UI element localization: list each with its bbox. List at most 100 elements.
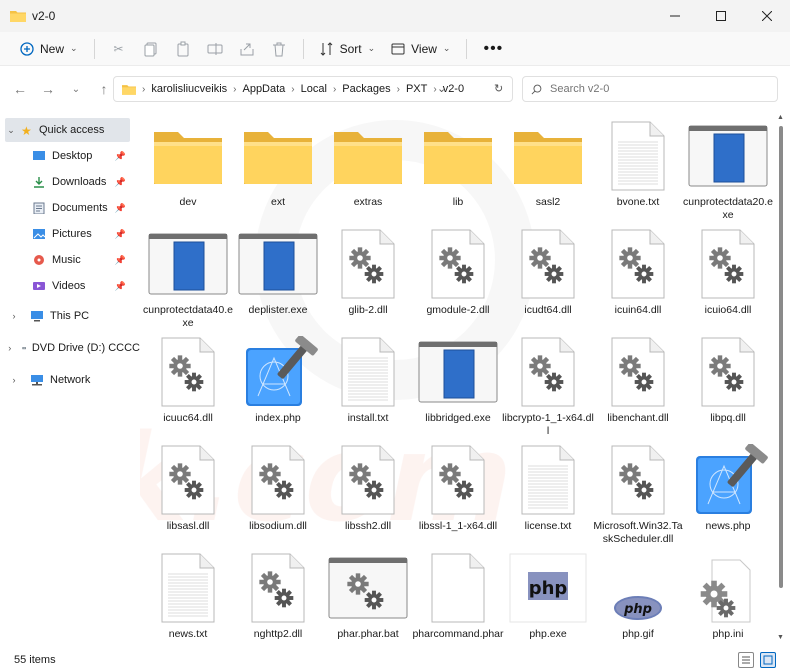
sidebar-item-downloads[interactable]: Downloads 📌 (0, 170, 132, 194)
file-item[interactable]: cunprotectdata40.exe (143, 224, 233, 329)
file-name: news.txt (168, 628, 208, 640)
text-file-icon (328, 336, 408, 408)
share-button[interactable] (231, 35, 263, 63)
copy-button[interactable] (135, 35, 167, 63)
minimize-button[interactable] (652, 0, 698, 32)
details-view-button[interactable] (738, 652, 754, 668)
rename-button[interactable] (199, 35, 231, 63)
file-item[interactable]: pharcommand.phar (412, 548, 504, 647)
file-item[interactable]: icuuc64.dll (146, 332, 230, 436)
file-item[interactable]: install.txt (326, 332, 410, 436)
breadcrumb-item[interactable]: Packages (342, 83, 390, 95)
scroll-up-icon[interactable]: ▲ (777, 114, 784, 121)
address-dropdown-button[interactable]: ⌄ (437, 82, 446, 95)
trash-icon (272, 42, 285, 56)
folder-item[interactable]: lib (416, 116, 500, 220)
file-item[interactable]: php php.exe (506, 548, 590, 647)
file-item[interactable]: glib-2.dll (326, 224, 410, 328)
folder-item[interactable]: ext (236, 116, 320, 220)
sidebar-item-music[interactable]: Music 📌 (0, 248, 132, 272)
file-item[interactable]: Microsoft.Win32.TaskScheduler.dll (593, 440, 683, 545)
sidebar-item-network[interactable]: › Network (0, 368, 132, 392)
file-item[interactable]: deplister.exe (236, 224, 320, 328)
new-button[interactable]: New ⌄ (12, 35, 86, 63)
delete-button[interactable] (263, 35, 295, 63)
sidebar-item-this-pc[interactable]: › This PC (0, 304, 132, 328)
file-item[interactable]: libbridged.exe (416, 332, 500, 436)
file-item[interactable]: libenchant.dll (596, 332, 680, 436)
sort-button[interactable]: Sort ⌄ (312, 35, 384, 63)
file-item[interactable]: gmodule-2.dll (416, 224, 500, 328)
back-button[interactable]: ← (6, 75, 34, 103)
pin-icon[interactable]: 📌 (115, 177, 126, 188)
file-item[interactable]: nghttp2.dll (236, 548, 320, 647)
search-input[interactable] (550, 83, 750, 95)
pin-icon[interactable]: 📌 (115, 255, 126, 266)
file-name: gmodule-2.dll (426, 304, 490, 316)
file-name: libpq.dll (710, 412, 746, 424)
breadcrumb-item[interactable]: karolisliucveikis (151, 83, 227, 95)
sidebar-item-pictures[interactable]: Pictures 📌 (0, 222, 132, 246)
pin-icon[interactable]: 📌 (115, 203, 126, 214)
folder-icon (238, 120, 318, 192)
breadcrumb-item[interactable]: PXT (406, 83, 427, 95)
toolbar-separator (302, 38, 304, 59)
breadcrumb-separator: › (142, 83, 146, 95)
file-item[interactable]: libssh2.dll (326, 440, 410, 544)
view-button[interactable]: View ⌄ (383, 35, 458, 63)
file-item[interactable]: icuin64.dll (596, 224, 680, 328)
file-item[interactable]: icudt64.dll (506, 224, 590, 328)
more-options-button[interactable]: ••• (475, 35, 511, 63)
chevron-down-icon: ⌄ (7, 124, 15, 135)
folder-icon (10, 11, 26, 22)
dll-file-icon (688, 228, 768, 300)
chevron-down-icon: ⌄ (442, 43, 451, 53)
file-item[interactable]: bvone.txt (596, 116, 680, 220)
refresh-icon: ↻ (494, 83, 504, 95)
address-bar[interactable]: › karolisliucveikis › AppData › Local › Packag… (113, 76, 513, 102)
file-item[interactable]: news.txt (146, 548, 230, 647)
folder-item[interactable]: sasl2 (506, 116, 590, 220)
vertical-scrollbar[interactable]: ▲ ▼ (776, 112, 786, 647)
sidebar-item-dvd-drive[interactable]: › DVD Drive (D:) CCCC (0, 336, 140, 360)
file-item[interactable]: cunprotectdata20.exe (683, 116, 773, 221)
breadcrumb-item[interactable]: AppData (242, 83, 285, 95)
folder-item[interactable]: dev (146, 116, 230, 220)
ellipsis-icon: ••• (483, 39, 504, 57)
forward-button[interactable]: → (34, 75, 62, 103)
sidebar-item-desktop[interactable]: Desktop 📌 (0, 144, 132, 168)
exe-file-icon (688, 120, 768, 192)
recent-locations-button[interactable]: ⌄ (62, 75, 90, 103)
breadcrumb-item[interactable]: Local (301, 83, 327, 95)
close-button[interactable] (744, 0, 790, 32)
large-icons-view-button[interactable] (760, 652, 776, 668)
paste-button[interactable] (167, 35, 199, 63)
folder-item[interactable]: extras (326, 116, 410, 220)
file-item[interactable]: libssl-1_1-x64.dll (416, 440, 500, 544)
file-item[interactable]: libcrypto-1_1-x64.dll (502, 332, 594, 437)
file-item[interactable]: news.php (686, 440, 770, 544)
file-item[interactable]: libsodium.dll (236, 440, 320, 544)
file-name: libssh2.dll (344, 520, 392, 532)
sidebar-item-videos[interactable]: Videos 📌 (0, 274, 132, 298)
pin-icon[interactable]: 📌 (115, 229, 126, 240)
file-item[interactable]: php.ini (686, 548, 770, 647)
file-item[interactable]: license.txt (506, 440, 590, 544)
file-item[interactable]: libpq.dll (686, 332, 770, 436)
scroll-thumb[interactable] (779, 126, 783, 588)
cut-button[interactable]: ✂ (103, 35, 135, 63)
file-item[interactable]: icuio64.dll (686, 224, 770, 328)
refresh-button[interactable]: ↻ (494, 82, 503, 95)
file-item[interactable]: phar.phar.bat (326, 548, 410, 647)
search-box[interactable] (522, 76, 778, 102)
pin-icon[interactable]: 📌 (115, 281, 126, 292)
file-item[interactable]: php php.gif (596, 548, 680, 647)
file-item[interactable]: libsasl.dll (146, 440, 230, 544)
scroll-down-icon[interactable]: ▼ (777, 634, 784, 641)
sidebar-item-documents[interactable]: Documents 📌 (0, 196, 132, 220)
sidebar-item-quick-access[interactable]: ⌄ ★ Quick access (5, 118, 130, 142)
dll-file-icon (328, 228, 408, 300)
maximize-button[interactable] (698, 0, 744, 32)
pin-icon[interactable]: 📌 (115, 151, 126, 162)
file-item[interactable]: index.php (236, 332, 320, 436)
